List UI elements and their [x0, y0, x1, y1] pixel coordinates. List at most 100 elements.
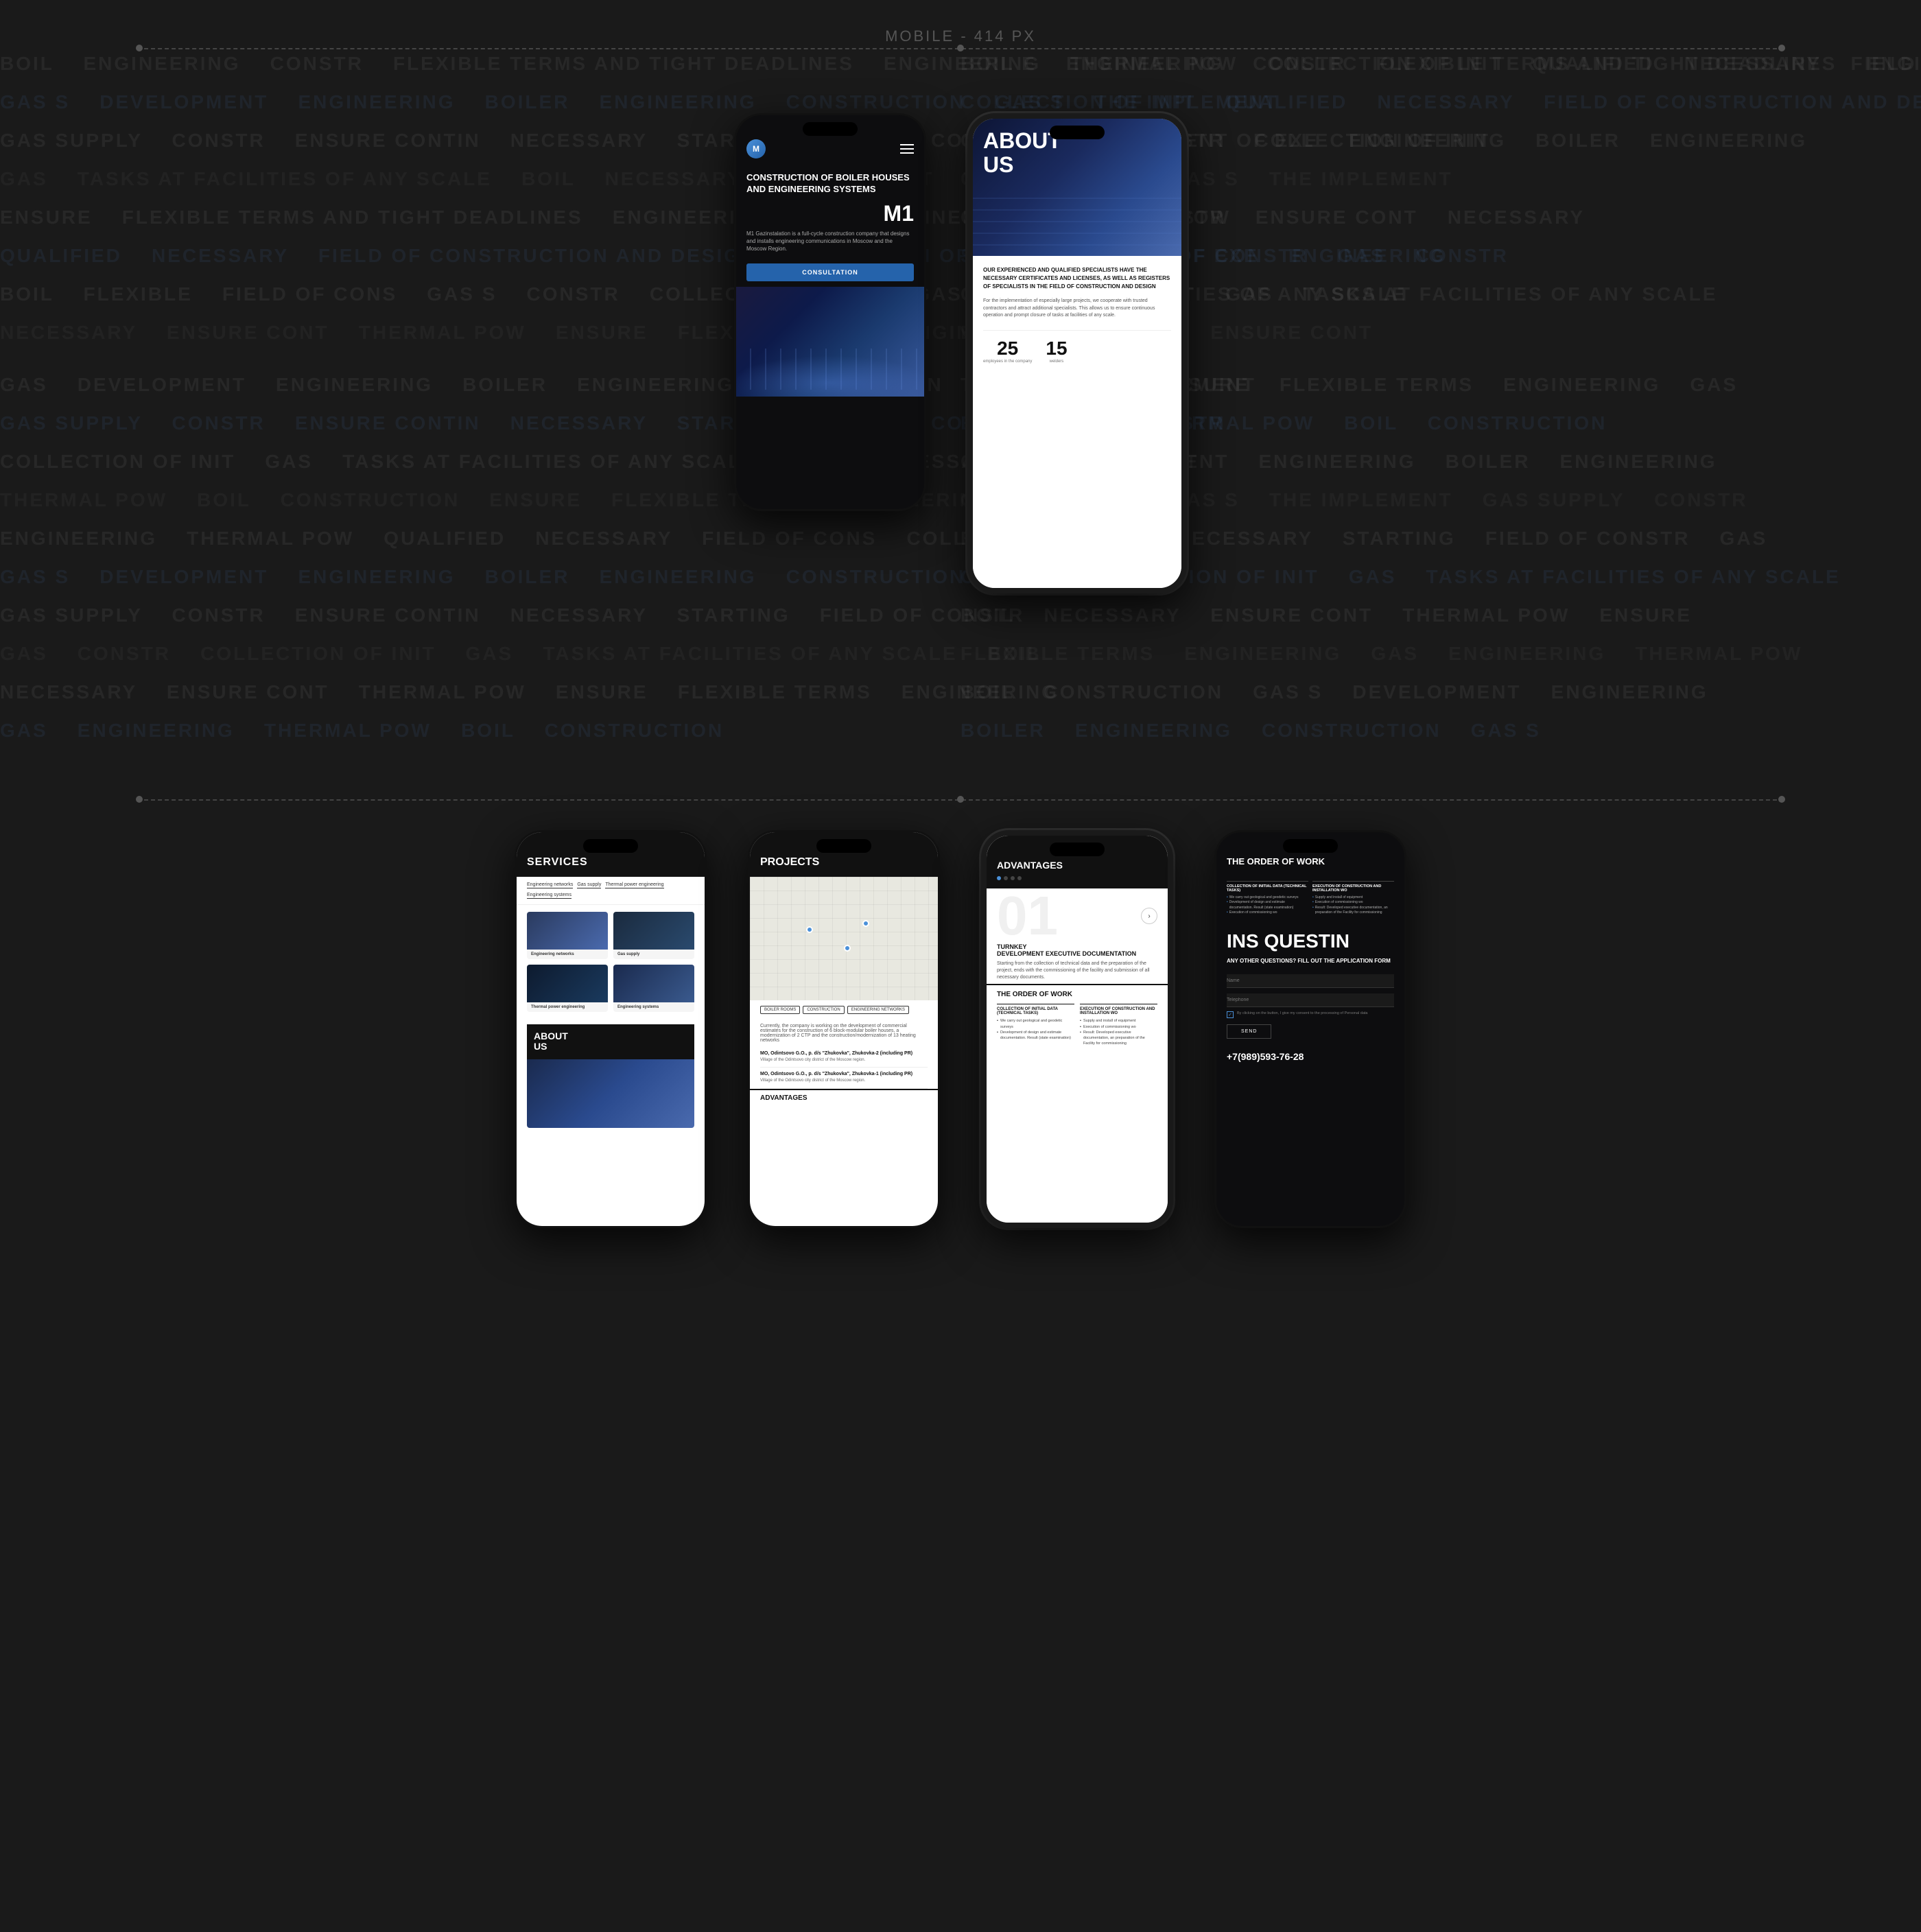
phone-home: M CONSTRUCTION OF BOILER HOUSES AND ENGI… [734, 113, 926, 511]
services-grid: Engineering networks Gas supply Thermal … [517, 905, 705, 1019]
phone-notch-4 [816, 839, 871, 853]
phone-projects: PROJECTS BOILER ROOMS CONSTRUCTION ENGIN… [748, 830, 940, 1228]
project-name-2: MO, Odintsovo G.O., p. d/s "Zhukovka", Z… [760, 1072, 928, 1076]
dot-1[interactable] [997, 876, 1001, 880]
phone1-hero-image [736, 287, 924, 397]
phone5-content: ADVANTAGES 01 › Turnkey Development exec… [987, 836, 1168, 1223]
phone6-title: THE ORDER OF WORK [1227, 856, 1394, 867]
logo: M [746, 139, 766, 158]
phone5-adv-main-title: Development executive documentation [987, 950, 1168, 957]
order-col2-title: EXECUTION OF CONSTRUCTION AND INSTALLATI… [1080, 1004, 1157, 1015]
tag-engineering[interactable]: ENGINEERING NETWORKS [847, 1006, 909, 1014]
center-dot-mid [957, 796, 964, 803]
phone5-order-cols: COLLECTION OF INITIAL DATA (TECHNICAL TA… [987, 1004, 1168, 1046]
service-img-2 [613, 912, 694, 950]
pipe-decoration [736, 349, 924, 390]
phone5-order-title: THE ORDER OF WORK [987, 984, 1168, 1004]
service-card-1: Engineering networks [527, 912, 608, 959]
order-col1-item2: Development of design and estimate docum… [997, 1030, 1074, 1041]
checkbox-icon[interactable] [1227, 1011, 1234, 1018]
about-title-line2: US [983, 153, 1061, 177]
phone3-title: SERVICES [527, 856, 694, 869]
service-label-3: Thermal power engineering [527, 1002, 608, 1012]
phone6-question-text: ANY OTHER QUESTIONS? FILL OUT THE APPLIC… [1216, 954, 1404, 967]
phone2-title: ABOUT US [983, 129, 1061, 177]
phone3-content: SERVICES Engineering networks Gas supply… [517, 832, 705, 1226]
dot-3[interactable] [1011, 876, 1015, 880]
logo-icon: M [746, 139, 766, 158]
phone4-advantages-label: ADVANTAGES [750, 1089, 938, 1106]
stat-welders: 15 welders [1046, 338, 1067, 364]
phone6-col1-item3: Execution of commissioning wo [1227, 910, 1308, 916]
map-grid [750, 877, 938, 1000]
dashed-dot-mid-left [136, 796, 143, 803]
stat-employees: 25 employees in the company [983, 338, 1032, 364]
main-container: MOBILE - 414 PX M CONSTRUCTION OF BOILER [0, 0, 1921, 1932]
cat-engineering-networks: Engineering networks [527, 882, 573, 888]
phone6-col1-title: COLLECTION OF INITIAL DATA (TECHNICAL TA… [1227, 881, 1308, 893]
phone6-col1: COLLECTION OF INITIAL DATA (TECHNICAL TA… [1227, 881, 1308, 916]
dashed-dot-top-left [136, 45, 143, 51]
service-label-2: Gas supply [613, 950, 694, 959]
cat-engineering-systems: Engineering systems [527, 893, 571, 899]
phone1-desc: M1 Gazinstalation is a full-cycle constr… [736, 224, 924, 259]
phone-about: ABOUT US OUR EXPERIENCED AND QUALIFIED S… [967, 113, 1187, 593]
map-marker-2 [844, 945, 851, 952]
consultation-button[interactable]: CONSULTATION [746, 263, 914, 281]
dot-2[interactable] [1004, 876, 1008, 880]
service-label-4: Engineering systems [613, 1002, 694, 1012]
cat-thermal: Thermal power engineering [605, 882, 663, 888]
phone6-col2: EXECUTION OF CONSTRUCTION AND INSTALLATI… [1312, 881, 1394, 916]
phone4-map [750, 877, 938, 1000]
project-item-2: MO, Odintsovo G.O., p. d/s "Zhukovka", Z… [760, 1068, 928, 1088]
consent-checkbox[interactable]: By clicking on the button, I give my con… [1227, 1011, 1394, 1018]
phone-notch-3 [583, 839, 638, 853]
dot-4[interactable] [1017, 876, 1022, 880]
phone2-hero: ABOUT US [973, 119, 1181, 256]
phone6-cols: COLLECTION OF INITIAL DATA (TECHNICAL TA… [1216, 875, 1404, 921]
phone4-content: PROJECTS BOILER ROOMS CONSTRUCTION ENGIN… [750, 832, 938, 1226]
phone2-content: ABOUT US OUR EXPERIENCED AND QUALIFIED S… [973, 119, 1181, 588]
order-col2-item2: Execution of commissioning wo [1080, 1024, 1157, 1030]
send-button[interactable]: SEND [1227, 1024, 1271, 1039]
phone5-dots [997, 876, 1157, 880]
service-card-2: Gas supply [613, 912, 694, 959]
phone6-form: By clicking on the button, I give my con… [1216, 967, 1404, 1044]
phone6-content: THE ORDER OF WORK COLLECTION OF INITIAL … [1216, 832, 1404, 1226]
service-img-3 [527, 965, 608, 1002]
phone-input[interactable] [1227, 993, 1394, 1007]
phone6-col1-item1: We carry out geological and geodetic sur… [1227, 895, 1308, 901]
phone-notch-1 [803, 122, 858, 136]
phone2-subtitle: OUR EXPERIENCED AND QUALIFIED SPECIALIST… [983, 266, 1171, 291]
phone-notch-6 [1283, 839, 1338, 853]
stat-employees-num: 25 [983, 338, 1032, 360]
order-col2-item3: Result: Developed executive documentatio… [1080, 1030, 1157, 1047]
tag-boiler-rooms[interactable]: BOILER ROOMS [760, 1006, 800, 1014]
phone5-adv-text: Starting from the collection of technica… [987, 957, 1168, 984]
phone6-col2-item1: Supply and install of equipment [1312, 895, 1394, 901]
order-col-1: COLLECTION OF INITIAL DATA (TECHNICAL TA… [997, 1004, 1074, 1046]
order-col2-item1: Supply and install of equipment [1080, 1018, 1157, 1024]
phone6-col2-title: EXECUTION OF CONSTRUCTION AND INSTALLATI… [1312, 881, 1394, 893]
checkbox-label: By clicking on the button, I give my con… [1237, 1011, 1367, 1017]
service-label-1: Engineering networks [527, 950, 608, 959]
order-col-2: EXECUTION OF CONSTRUCTION AND INSTALLATI… [1080, 1004, 1157, 1046]
name-input[interactable] [1227, 974, 1394, 988]
dashed-dot-top-right [1778, 45, 1785, 51]
phone1-title: CONSTRUCTION OF BOILER HOUSES AND ENGINE… [736, 165, 924, 202]
phone5-nav-arrow[interactable]: › [1141, 908, 1157, 924]
phone2-body: OUR EXPERIENCED AND QUALIFIED SPECIALIST… [973, 256, 1181, 374]
phone6-phone-number: +7(989)593-76-28 [1216, 1044, 1404, 1069]
tag-construction[interactable]: CONSTRUCTION [803, 1006, 844, 1014]
hamburger-menu[interactable] [900, 144, 914, 154]
phone5-title: ADVANTAGES [997, 860, 1157, 871]
phone3-categories: Engineering networks Gas supply Thermal … [517, 877, 705, 905]
phone3-hero-image [527, 1059, 694, 1128]
phone3-about: ABOUTUS [527, 1024, 694, 1059]
phone4-map-text: Currently, the company is working on the… [750, 1020, 938, 1047]
phones-row-1: M CONSTRUCTION OF BOILER HOUSES AND ENGI… [734, 113, 1187, 593]
phone2-stats: 25 employees in the company 15 welders [983, 330, 1171, 364]
order-col1-title: COLLECTION OF INITIAL DATA (TECHNICAL TA… [997, 1004, 1074, 1015]
phone-order-of-work: THE ORDER OF WORK COLLECTION OF INITIAL … [1214, 830, 1406, 1228]
phone4-tags: BOILER ROOMS CONSTRUCTION ENGINEERING NE… [750, 1000, 938, 1020]
